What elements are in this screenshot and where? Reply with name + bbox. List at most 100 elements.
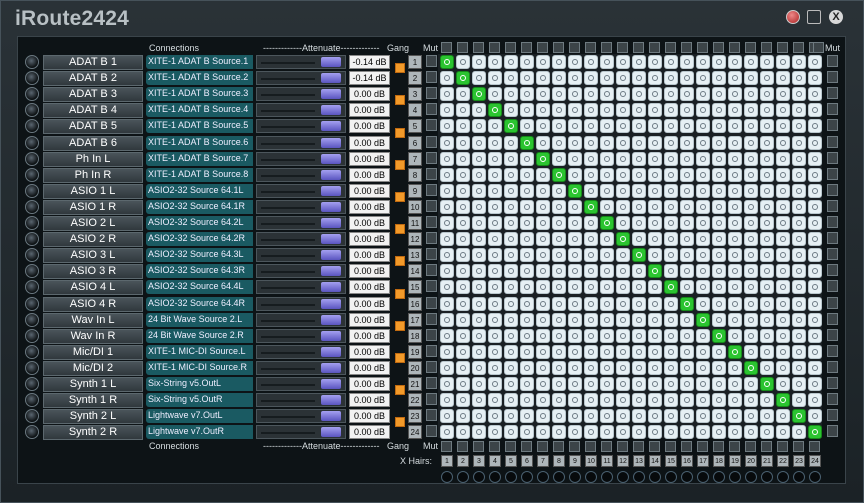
matrix-cell[interactable]	[472, 264, 486, 279]
matrix-cell[interactable]	[728, 377, 742, 391]
matrix-cell[interactable]	[584, 425, 598, 440]
channel-name[interactable]: Wav In L	[43, 312, 143, 328]
matrix-cell[interactable]	[536, 71, 550, 86]
source-label[interactable]: 24 Bit Wave Source 2.L	[146, 312, 253, 327]
row-mute-button[interactable]	[426, 312, 437, 325]
matrix-cell[interactable]	[600, 167, 614, 182]
matrix-cell[interactable]	[648, 216, 662, 230]
xhair-number[interactable]: 24	[809, 455, 821, 467]
matrix-cell[interactable]	[504, 280, 518, 295]
matrix-cell[interactable]	[504, 393, 518, 408]
matrix-cell[interactable]	[584, 151, 598, 166]
matrix-cell[interactable]	[712, 312, 726, 327]
matrix-cell[interactable]	[696, 183, 710, 198]
matrix-cell[interactable]	[664, 103, 678, 118]
attenuate-value[interactable]: 0.00 dB	[349, 216, 390, 230]
matrix-cell[interactable]	[472, 248, 486, 263]
column-mute-bottom[interactable]	[809, 441, 820, 452]
matrix-cell[interactable]	[456, 216, 470, 230]
matrix-cell[interactable]	[552, 393, 566, 408]
matrix-cell[interactable]	[696, 71, 710, 86]
matrix-cell[interactable]	[696, 103, 710, 118]
power-icon[interactable]	[25, 377, 39, 391]
matrix-cell[interactable]	[536, 264, 550, 279]
matrix-cell[interactable]	[440, 55, 454, 69]
matrix-cell[interactable]	[568, 328, 582, 343]
matrix-cell[interactable]	[552, 296, 566, 311]
matrix-cell[interactable]	[664, 151, 678, 166]
matrix-cell[interactable]	[712, 87, 726, 102]
matrix-cell[interactable]	[664, 248, 678, 263]
matrix-cell[interactable]	[792, 135, 806, 150]
matrix-cell[interactable]	[456, 248, 470, 263]
source-label[interactable]: Lightwave v7.OutL	[146, 409, 253, 424]
xhair-knob[interactable]	[713, 471, 725, 483]
matrix-cell[interactable]	[456, 344, 470, 359]
matrix-cell[interactable]	[760, 71, 774, 86]
row-mute-button[interactable]	[426, 216, 437, 228]
column-mute-top[interactable]	[473, 42, 484, 53]
matrix-cell[interactable]	[504, 264, 518, 279]
matrix-cell[interactable]	[440, 199, 454, 214]
matrix-cell[interactable]	[680, 103, 694, 118]
row-mute-button[interactable]	[426, 167, 437, 180]
source-label[interactable]: ASIO2-32 Source 64.2R	[146, 232, 253, 247]
matrix-cell[interactable]	[584, 55, 598, 69]
row-mute-right-button[interactable]	[827, 103, 838, 116]
attenuate-slider[interactable]	[256, 199, 346, 214]
matrix-cell[interactable]	[808, 232, 822, 247]
column-mute-top[interactable]	[457, 42, 468, 53]
matrix-cell[interactable]	[744, 393, 758, 408]
matrix-cell[interactable]	[696, 328, 710, 343]
slider-knob[interactable]	[321, 89, 341, 100]
matrix-cell[interactable]	[664, 216, 678, 230]
matrix-cell[interactable]	[712, 167, 726, 182]
matrix-cell[interactable]	[648, 280, 662, 295]
matrix-cell[interactable]	[776, 216, 790, 230]
matrix-cell[interactable]	[600, 216, 614, 230]
matrix-cell[interactable]	[760, 119, 774, 134]
power-icon[interactable]	[25, 151, 39, 166]
matrix-cell[interactable]	[456, 425, 470, 440]
matrix-cell[interactable]	[680, 248, 694, 263]
row-mute-right-button[interactable]	[827, 296, 838, 309]
column-mute-bottom[interactable]	[649, 441, 660, 452]
matrix-cell[interactable]	[632, 425, 646, 440]
matrix-cell[interactable]	[552, 71, 566, 86]
matrix-cell[interactable]	[552, 87, 566, 102]
matrix-cell[interactable]	[520, 344, 534, 359]
slider-knob[interactable]	[321, 250, 341, 261]
matrix-cell[interactable]	[792, 264, 806, 279]
matrix-cell[interactable]	[680, 167, 694, 182]
matrix-cell[interactable]	[664, 360, 678, 375]
matrix-cell[interactable]	[632, 280, 646, 295]
channel-name[interactable]: ASIO 1 L	[43, 183, 143, 199]
matrix-cell[interactable]	[520, 103, 534, 118]
matrix-cell[interactable]	[568, 183, 582, 198]
column-mute-bottom[interactable]	[729, 441, 740, 452]
slider-knob[interactable]	[321, 185, 341, 196]
matrix-cell[interactable]	[696, 360, 710, 375]
matrix-cell[interactable]	[600, 328, 614, 343]
matrix-cell[interactable]	[680, 232, 694, 247]
source-label[interactable]: XITE-1 ADAT B Source.2	[146, 71, 253, 86]
matrix-cell[interactable]	[472, 393, 486, 408]
gang-button[interactable]	[395, 288, 405, 299]
matrix-cell[interactable]	[520, 199, 534, 214]
matrix-cell[interactable]	[712, 328, 726, 343]
matrix-cell[interactable]	[568, 344, 582, 359]
matrix-cell[interactable]	[680, 199, 694, 214]
xhair-knob[interactable]	[585, 471, 597, 483]
source-label[interactable]: XITE-1 ADAT B Source.8	[146, 167, 253, 182]
matrix-cell[interactable]	[792, 409, 806, 424]
matrix-cell[interactable]	[536, 296, 550, 311]
matrix-cell[interactable]	[712, 377, 726, 391]
gang-button[interactable]	[395, 224, 405, 235]
matrix-cell[interactable]	[664, 264, 678, 279]
matrix-cell[interactable]	[472, 425, 486, 440]
matrix-cell[interactable]	[616, 248, 630, 263]
matrix-cell[interactable]	[536, 425, 550, 440]
matrix-cell[interactable]	[808, 119, 822, 134]
matrix-cell[interactable]	[456, 183, 470, 198]
matrix-cell[interactable]	[472, 312, 486, 327]
